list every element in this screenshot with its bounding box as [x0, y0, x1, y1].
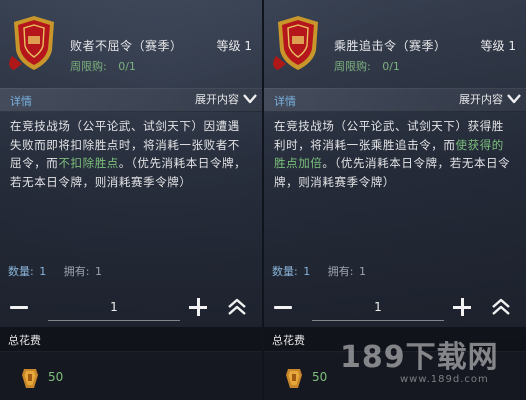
quantity-input[interactable]: 1: [312, 294, 444, 321]
quantity-stepper: 1: [264, 290, 526, 324]
limit-value: 0/1: [118, 60, 136, 73]
double-chevron-up-icon[interactable]: [488, 294, 514, 320]
cost-value: 50: [312, 370, 328, 384]
cost-row: 50: [264, 352, 526, 400]
increase-button[interactable]: [187, 296, 209, 318]
item-panel-right: 乘胜追击令（赛季） 等级 1 周限购: 0/1 详情 展开内容 在竞技战场（公平…: [264, 0, 526, 400]
expand-label: 展开内容: [459, 93, 503, 106]
owned-label: 拥有:: [63, 265, 90, 278]
item-description: 在竞技战场（公平论武、试剑天下）获得胜利时，将消耗一张乘胜追击令，而使获得的胜点…: [274, 117, 512, 191]
details-title: 详情: [10, 95, 32, 108]
expand-label: 展开内容: [195, 93, 239, 106]
details-title: 详情: [274, 95, 296, 108]
chevron-down-icon: [243, 94, 257, 104]
item-level: 等级 1: [481, 37, 516, 54]
item-panel-left: 败者不屈令（赛季） 等级 1 周限购: 0/1 详情 展开内容 在竞技战场（公平…: [0, 0, 262, 400]
total-cost-bar: 总花费: [264, 327, 526, 351]
quantity-info: 数量: 1 拥有: 1: [272, 263, 366, 279]
quantity-stepper: 1: [0, 290, 262, 324]
quantity-info: 数量: 1 拥有: 1: [8, 263, 102, 279]
level-value: 1: [244, 39, 252, 53]
item-name: 败者不屈令（赛季）: [70, 39, 183, 53]
expand-content-button[interactable]: 展开内容: [459, 91, 522, 107]
cost-value: 50: [48, 370, 64, 384]
item-level: 等级 1: [217, 37, 252, 54]
limit-label: 周限购:: [334, 60, 371, 73]
shield-token-icon: [9, 16, 54, 70]
shop-screen: 败者不屈令（赛季） 等级 1 周限购: 0/1 详情 展开内容 在竞技战场（公平…: [0, 0, 526, 400]
total-cost-bar: 总花费: [0, 327, 262, 351]
limit-label: 周限购:: [70, 60, 107, 73]
owned-value: 1: [358, 265, 366, 278]
shield-token-icon: [273, 16, 318, 70]
total-cost-label: 总花费: [272, 334, 305, 347]
details-bar: 详情 展开内容: [264, 88, 526, 112]
quantity-value: 1: [303, 265, 311, 278]
decrease-button[interactable]: [8, 296, 30, 318]
owned-label: 拥有:: [327, 265, 354, 278]
double-chevron-up-icon[interactable]: [224, 294, 250, 320]
gold-token-icon: [286, 369, 302, 388]
increase-button[interactable]: [451, 296, 473, 318]
gold-token-icon: [22, 369, 38, 388]
limit-value: 0/1: [382, 60, 400, 73]
expand-content-button[interactable]: 展开内容: [195, 91, 258, 107]
chevron-down-icon: [507, 94, 521, 104]
quantity-input[interactable]: 1: [48, 294, 180, 321]
quantity-value: 1: [39, 265, 47, 278]
weekly-limit: 周限购: 0/1: [70, 58, 136, 74]
details-bar: 详情 展开内容: [0, 88, 262, 112]
quantity-label: 数量:: [272, 265, 298, 278]
item-description: 在竞技战场（公平论武、试剑天下）因遭遇失败而即将扣除胜点时，将消耗一张败者不屈令…: [10, 117, 248, 191]
item-name: 乘胜追击令（赛季）: [334, 39, 447, 53]
total-cost-label: 总花费: [8, 334, 41, 347]
owned-value: 1: [94, 265, 102, 278]
quantity-label: 数量:: [8, 265, 34, 278]
level-value: 1: [508, 39, 516, 53]
level-label: 等级: [480, 39, 505, 53]
weekly-limit: 周限购: 0/1: [334, 58, 400, 74]
cost-row: 50: [0, 352, 262, 400]
decrease-button[interactable]: [272, 296, 294, 318]
desc-highlight: 不扣除胜点: [58, 156, 119, 170]
level-label: 等级: [216, 39, 241, 53]
